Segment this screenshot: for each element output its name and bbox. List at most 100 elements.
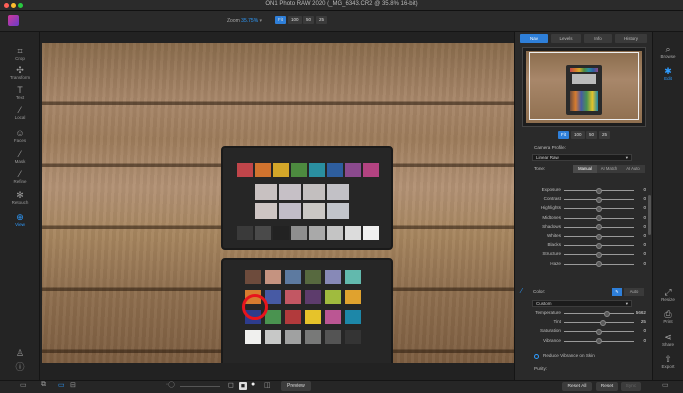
single-view-icon[interactable]: ▭ (58, 381, 65, 389)
filmstrip-icon[interactable]: ⧉ (41, 381, 46, 389)
zoom-slider-icon[interactable]: ◦◯ (166, 381, 175, 388)
tab-nav[interactable]: Nav (520, 34, 548, 43)
slider-row[interactable]: Contrast 0 (520, 195, 650, 203)
help-button[interactable]: ⓘ (0, 362, 40, 372)
nav-zoom-fit[interactable]: Fit (558, 131, 569, 139)
slider-knob[interactable] (596, 233, 602, 240)
reset-button[interactable]: Reset (596, 382, 618, 391)
app-logo-icon[interactable] (8, 15, 19, 26)
module-edit[interactable]: ✱ Edit (653, 66, 683, 81)
module-share[interactable]: ⋖ Share (653, 332, 683, 347)
white-balance-picker-icon[interactable]: ✎ (612, 288, 622, 296)
camera-profile-select[interactable]: Linear Raw ▾ (532, 154, 632, 161)
tool-transform[interactable]: ✣ Transform (0, 65, 40, 80)
slider-row[interactable]: Midtones 0 (520, 214, 650, 222)
slider-value[interactable]: 0 (643, 337, 646, 345)
photo-canvas[interactable] (42, 43, 514, 363)
slider-row[interactable]: Shadows 0 (520, 223, 650, 231)
slider-value[interactable]: 0 (643, 250, 646, 258)
reset-all-button[interactable]: Reset All (562, 382, 592, 391)
zoom-25-button[interactable]: 25 (316, 16, 328, 24)
slider-knob[interactable] (596, 224, 602, 231)
color-auto-button[interactable]: Auto (624, 288, 644, 296)
navigator-preview[interactable] (522, 47, 646, 127)
slider-value[interactable]: 0 (643, 241, 646, 249)
zoom-slider-track[interactable] (180, 386, 220, 387)
zoom-dropdown-icon[interactable]: ▾ (260, 18, 263, 24)
module-resize[interactable]: ⤢ Resize (653, 287, 683, 302)
tool-mask[interactable]: ⁄ Mask (0, 149, 40, 164)
slider-row[interactable]: Vibrance 0 (520, 337, 650, 345)
slider-knob[interactable] (604, 310, 611, 317)
module-browse[interactable]: ⌕ Browse (653, 44, 683, 59)
soft-proof-icon[interactable]: ● (251, 381, 255, 388)
slider-value[interactable]: 0 (643, 204, 646, 212)
tab-info[interactable]: Info (584, 34, 612, 43)
tool-faces[interactable]: ☺ Faces (0, 128, 40, 143)
slider-knob[interactable] (596, 338, 602, 345)
slider-knob[interactable] (596, 251, 602, 258)
tab-levels[interactable]: Levels (551, 34, 581, 43)
slider-row[interactable]: Blacks 0 (520, 241, 650, 249)
user-button[interactable]: ♙ (0, 348, 40, 358)
slider-row[interactable]: Exposure 0 (520, 186, 650, 194)
slider-row[interactable]: Haze 0 (520, 260, 650, 268)
slider-row[interactable]: Tint 25 (520, 318, 650, 326)
slider-row[interactable]: Temperature 5662 (520, 309, 650, 317)
tone-ai-match-button[interactable]: AI Match (597, 165, 621, 173)
slider-row[interactable]: Highlights 0 (520, 204, 650, 212)
toggle-left-panel-icon[interactable]: ▭ (20, 381, 27, 389)
slider-value[interactable]: 0 (643, 195, 646, 203)
slider-value[interactable]: 5662 (636, 309, 646, 317)
nav-zoom-25[interactable]: 25 (599, 131, 611, 139)
module-export[interactable]: ⇧ Export (653, 354, 683, 369)
white-balance-select[interactable]: Custom ▾ (532, 300, 632, 307)
slider-row[interactable]: Saturation 0 (520, 327, 650, 335)
tab-history[interactable]: History (615, 34, 647, 43)
zoom-50-button[interactable]: 50 (303, 16, 315, 24)
slider-knob[interactable] (596, 328, 602, 335)
zoom-fit-button[interactable]: Fit (275, 16, 286, 24)
slider-value[interactable]: 25 (641, 318, 646, 326)
mask-view-icon[interactable]: ◼ (239, 382, 247, 390)
slider-row[interactable]: Structure 0 (520, 250, 650, 258)
panel-scrollbar[interactable] (648, 195, 651, 235)
slider-knob[interactable] (596, 242, 602, 249)
navigator-view-box[interactable] (529, 52, 639, 120)
slider-knob[interactable] (600, 319, 607, 326)
preview-button[interactable]: Preview (281, 381, 311, 391)
tool-view[interactable]: ⊕ View (0, 212, 40, 227)
color-eyedropper-icon[interactable]: ⁄ (521, 288, 522, 295)
slider-knob[interactable] (596, 261, 602, 268)
tool-local[interactable]: ⁄ Local (0, 105, 40, 120)
nav-zoom-100[interactable]: 100 (571, 131, 585, 139)
tool-retouch[interactable]: ✻ Retouch (0, 190, 40, 205)
reduce-vibrance-checkbox[interactable] (534, 354, 539, 359)
zoom-100-button[interactable]: 100 (288, 16, 302, 24)
zoom-value[interactable]: 35.75 (241, 18, 254, 24)
slider-value[interactable]: 0 (643, 327, 646, 335)
slider-track[interactable] (564, 313, 634, 314)
tone-manual-button[interactable]: Manual (573, 165, 597, 173)
tool-refine[interactable]: ⁄ Refine (0, 169, 40, 184)
tool-text[interactable]: T Text (0, 85, 40, 100)
clipping-icon[interactable]: ◫ (264, 381, 271, 389)
slider-track[interactable] (564, 322, 634, 324)
slider-value[interactable]: 0 (643, 214, 646, 222)
tone-ai-auto-button[interactable]: AI Auto (621, 165, 645, 173)
slider-row[interactable]: Whites 0 (520, 232, 650, 240)
sync-button[interactable]: Sync (621, 382, 641, 391)
compare-view-icon[interactable]: ⊟ (70, 381, 76, 389)
slider-knob[interactable] (596, 196, 602, 203)
slider-knob[interactable] (596, 187, 602, 194)
slider-value[interactable]: 0 (643, 223, 646, 231)
slider-value[interactable]: 0 (643, 232, 646, 240)
tool-crop[interactable]: ⌗ Crop (0, 46, 40, 61)
nav-zoom-50[interactable]: 50 (586, 131, 598, 139)
slider-value[interactable]: 0 (643, 186, 646, 194)
slider-value[interactable]: 0 (643, 260, 646, 268)
module-print[interactable]: ⎙ Print (653, 309, 683, 324)
compare-split-icon[interactable]: ◻ (228, 381, 234, 389)
slider-knob[interactable] (596, 205, 602, 212)
slider-knob[interactable] (596, 215, 602, 222)
